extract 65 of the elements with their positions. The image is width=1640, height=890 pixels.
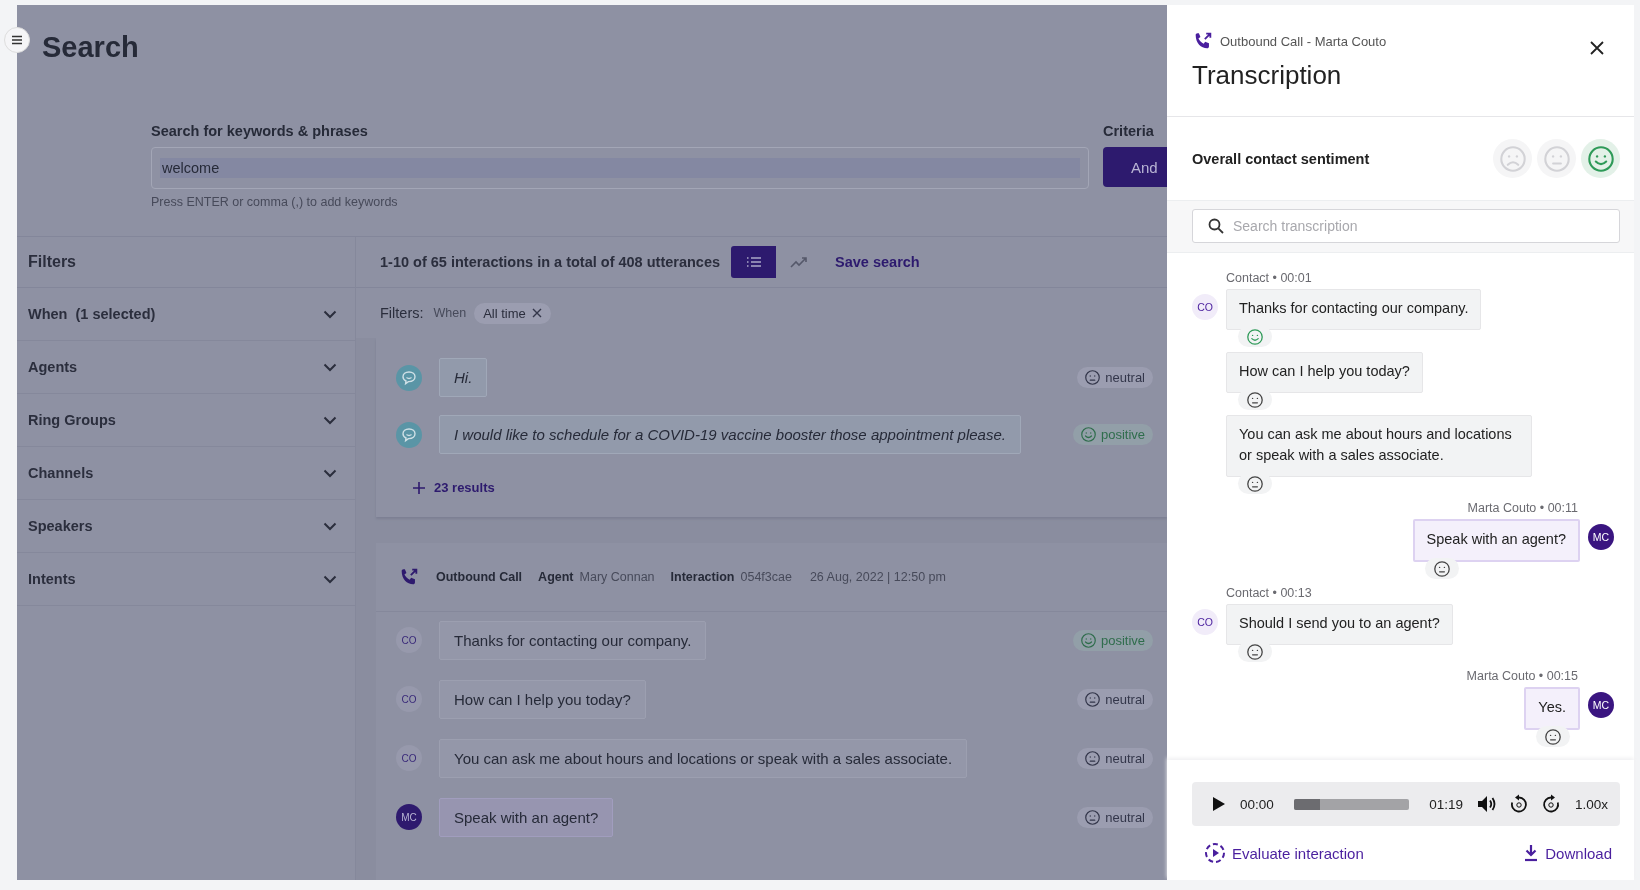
save-search-link[interactable]: Save search bbox=[835, 254, 920, 270]
avatar: CO bbox=[396, 627, 422, 653]
filter-item[interactable]: Agents bbox=[17, 341, 355, 394]
panel-title: Transcription bbox=[1192, 60, 1343, 91]
avatar: CO bbox=[396, 686, 422, 712]
sentiment-label: neutral bbox=[1105, 750, 1145, 766]
page-title: Search bbox=[41, 30, 140, 64]
keyword-field[interactable]: welcome bbox=[151, 147, 1089, 189]
utterance-bubble: How can I help you today? bbox=[439, 679, 646, 719]
message-meta: Contact • 00:01 bbox=[1226, 271, 1313, 285]
sentiment-label: positive bbox=[1100, 632, 1145, 648]
filter-item[interactable]: Intents bbox=[17, 553, 355, 606]
utterance-bubble: I would like to schedule for a COVID-19 vaccine booster those appointment please. bbox=[439, 415, 1021, 454]
avatar: MC bbox=[1588, 692, 1614, 719]
message-bubble: Yes. bbox=[1524, 687, 1580, 731]
transcription-search-field[interactable]: Search transcription bbox=[1192, 209, 1620, 243]
search-hint: Press ENTER or comma (,) to add keywords bbox=[151, 195, 399, 209]
message-meta: Marta Couto • 00:15 bbox=[1466, 669, 1578, 684]
sentiment-label: neutral bbox=[1105, 691, 1145, 707]
sentiment-label: neutral bbox=[1105, 809, 1145, 825]
avatar: CO bbox=[1192, 609, 1218, 636]
total-time: 01:19 bbox=[1429, 796, 1463, 812]
utterance-bubble: Thanks for contacting our company. bbox=[439, 620, 707, 660]
filter-value: All time bbox=[483, 305, 526, 321]
search-label: Search for keywords & phrases bbox=[151, 123, 369, 139]
sentiment-label: neutral bbox=[1105, 370, 1145, 385]
more-results-link[interactable]: 23 results bbox=[412, 480, 495, 495]
filter-item[interactable]: When (1 selected) bbox=[17, 288, 355, 341]
agent-name: Mary Connan bbox=[579, 569, 655, 584]
message-bubble: Thanks for contacting our company. bbox=[1226, 289, 1482, 330]
interaction-label: Interaction bbox=[670, 569, 735, 584]
agent-label: Agent bbox=[538, 569, 574, 584]
filter-field: When bbox=[433, 306, 467, 320]
filter-item[interactable]: Ring Groups bbox=[17, 394, 355, 447]
keyword-value: welcome bbox=[160, 158, 1080, 178]
speed-button[interactable]: 1.00x bbox=[1572, 794, 1610, 814]
call-date: 26 Aug, 2022 | 12:50 pm bbox=[809, 569, 946, 584]
avatar: MC bbox=[396, 804, 422, 830]
message-bubble: You can ask me about hours and locations or speak with a sales associate. bbox=[1226, 415, 1532, 478]
elapsed-time: 00:00 bbox=[1240, 796, 1274, 812]
message-bubble: How can I help you today? bbox=[1226, 352, 1423, 394]
panel-subtitle: Outbound Call - Marta Couto bbox=[1220, 33, 1387, 49]
message-bubble: Should I send you to an agent? bbox=[1226, 604, 1453, 646]
utterance-bubble: Hi. bbox=[439, 358, 488, 397]
sentiment-title: Overall contact sentiment bbox=[1192, 150, 1370, 167]
utterance-bubble: You can ask me about hours and locations or speak with a sales associate. bbox=[439, 738, 968, 778]
avatar: CO bbox=[1192, 294, 1218, 320]
filter-item[interactable]: Channels bbox=[17, 447, 355, 500]
call-type: Outbound Call bbox=[436, 569, 523, 584]
avatar: MC bbox=[1588, 524, 1614, 551]
criteria-label: Criteria bbox=[1103, 123, 1155, 139]
filters-title: Filters bbox=[17, 237, 355, 288]
message-meta: Marta Couto • 00:11 bbox=[1467, 501, 1578, 516]
interaction-id: 054f3cae bbox=[740, 569, 792, 584]
utterance-bubble: Speak with an agent? bbox=[439, 797, 614, 837]
message-meta: Contact • 00:13 bbox=[1226, 586, 1313, 601]
message-bubble: Speak with an agent? bbox=[1412, 519, 1580, 563]
evaluate-link[interactable]: Evaluate interaction bbox=[1204, 842, 1364, 864]
sentiment-label: positive bbox=[1100, 427, 1145, 442]
avatar: CO bbox=[396, 745, 422, 771]
download-link[interactable]: Download bbox=[1523, 844, 1612, 862]
filter-item[interactable]: Speakers bbox=[17, 500, 355, 553]
criteria-button[interactable]: And bbox=[1103, 147, 1167, 187]
results-summary: 1-10 of 65 interactions in a total of 408 utterances bbox=[380, 254, 721, 270]
filters-label: Filters: bbox=[380, 305, 424, 321]
